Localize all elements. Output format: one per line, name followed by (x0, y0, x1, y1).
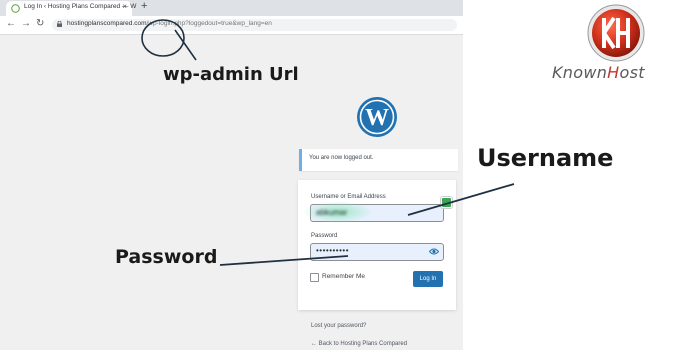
password-label: Password (311, 233, 338, 239)
browser-tab[interactable]: Log In ‹ Hosting Plans Compared — W × (6, 1, 136, 16)
wp-admin-url-annotation: wp-admin Url (163, 64, 299, 85)
password-input[interactable]: •••••••••• (310, 243, 444, 261)
url-path: /wp-login.php?loggedout=true&wp_lang=en (146, 20, 272, 27)
tab-bar: Log In ‹ Hosting Plans Compared — W × + (0, 0, 463, 16)
logged-out-notice: You are now logged out. (299, 149, 458, 171)
lock-icon (57, 21, 62, 27)
svg-text:W: W (365, 105, 389, 131)
username-value: abkumar (316, 208, 348, 217)
url-host: hostingplanscompared.com (67, 20, 147, 27)
log-in-button[interactable]: Log In (413, 271, 443, 287)
show-password-eye-icon[interactable] (429, 247, 439, 256)
back-icon[interactable]: ← (6, 18, 16, 29)
tab-title: Log In ‹ Hosting Plans Compared — W (24, 3, 137, 10)
lost-password-link[interactable]: Lost your password? (311, 323, 366, 329)
address-bar[interactable]: hostingplanscompared.com/wp-login.php?lo… (52, 19, 457, 31)
knownhost-wordmark: KnownHost (552, 63, 645, 82)
forward-icon[interactable]: → (21, 18, 31, 29)
back-to-site-link[interactable]: ← Back to Hosting Plans Compared (311, 341, 407, 347)
wordpress-logo-icon: W (357, 97, 397, 137)
remember-me-checkbox[interactable] (310, 273, 319, 282)
password-manager-icon[interactable] (441, 197, 452, 208)
password-annotation: Password (115, 246, 218, 268)
tab-close-icon[interactable]: × (122, 2, 127, 11)
wordmark-ost: ost (619, 63, 645, 82)
username-label: Username or Email Address (311, 194, 386, 200)
wordpress-favicon-icon (11, 4, 20, 13)
browser-screenshot: Log In ‹ Hosting Plans Compared — W × + … (0, 0, 463, 350)
remember-me-label: Remember Me (322, 273, 365, 280)
wordmark-h: H (607, 63, 620, 82)
new-tab-icon[interactable]: + (141, 0, 147, 12)
username-annotation: Username (477, 144, 614, 172)
reload-icon[interactable]: ↻ (36, 18, 44, 29)
wordmark-known: Known (552, 63, 608, 82)
address-url: hostingplanscompared.com/wp-login.php?lo… (67, 20, 272, 27)
password-value: •••••••••• (316, 246, 350, 255)
navigation-bar: ← → ↻ hostingplanscompared.com/wp-login.… (0, 16, 463, 35)
login-form: Username or Email Address abkumar Passwo… (298, 180, 456, 310)
username-input[interactable]: abkumar (303, 201, 444, 223)
notice-text: You are now logged out. (309, 155, 374, 161)
